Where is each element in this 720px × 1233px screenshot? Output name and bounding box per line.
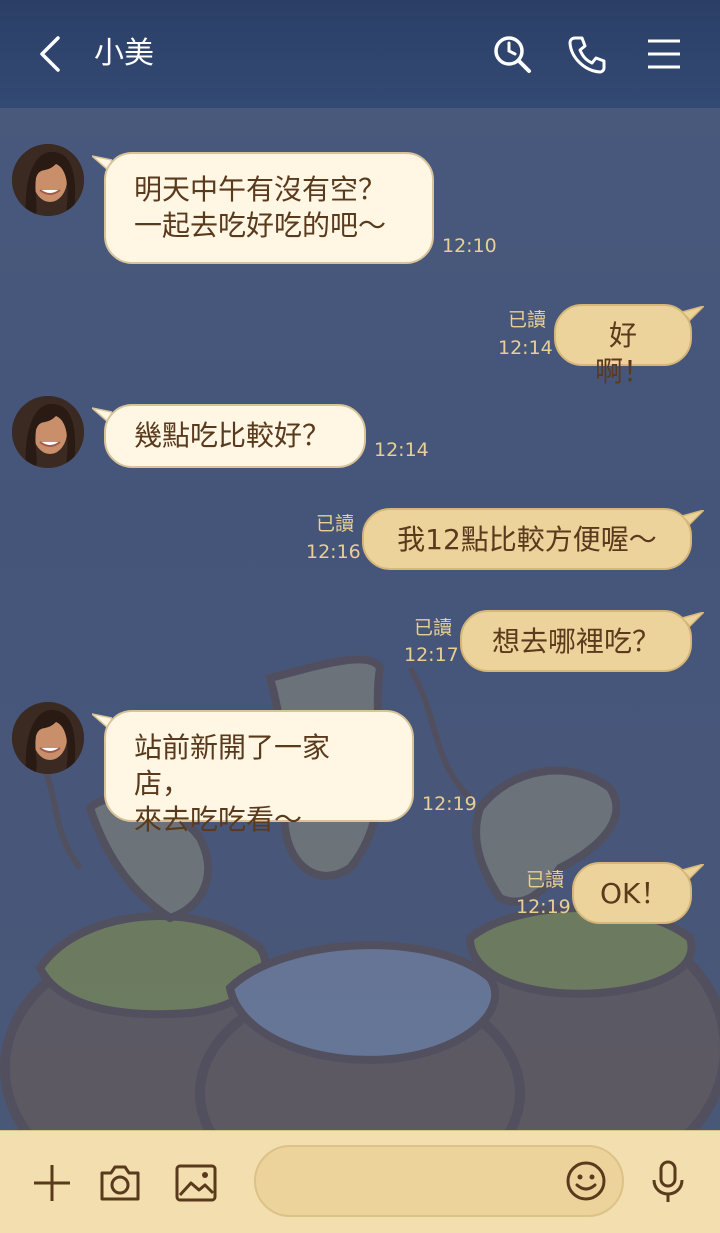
search-icon	[494, 36, 531, 73]
read-status: 已讀	[413, 617, 452, 639]
chat-header: 小美	[0, 0, 720, 108]
contact-avatar[interactable]	[12, 702, 84, 774]
message-time: 12:16	[306, 541, 361, 563]
chat-title: 小美	[94, 36, 154, 71]
message-text: 我12點比較方便喔～	[397, 523, 657, 556]
message-time: 12:17	[404, 644, 459, 666]
message-bubble-outgoing[interactable]: 好啊！	[554, 304, 692, 388]
contact-avatar[interactable]	[12, 396, 84, 468]
message-bubble-incoming[interactable]: 明天中午有沒有空？ 一起去吃好吃的吧～	[104, 152, 434, 264]
avatar-photo	[12, 396, 84, 468]
phone-icon	[568, 36, 606, 74]
message-text: 一起去吃好吃的吧～	[134, 209, 387, 242]
bubble-tail	[682, 612, 704, 628]
message-text: 幾點吃比較好？	[134, 419, 331, 452]
emoji-icon	[566, 1161, 606, 1201]
contact-avatar[interactable]	[12, 144, 84, 216]
back-arrow-icon	[40, 36, 60, 72]
message-text: 好啊！	[594, 319, 651, 388]
message-time: 12:10	[442, 235, 497, 257]
read-status: 已讀	[507, 309, 546, 331]
message-bubble-incoming[interactable]: 站前新開了一家店， 來去吃吃看～	[104, 710, 414, 836]
voice-button[interactable]	[644, 1157, 692, 1209]
avatar-photo	[12, 702, 84, 774]
message-bubble-outgoing[interactable]: OK！	[572, 862, 692, 924]
message-time: 12:14	[374, 439, 429, 461]
search-button[interactable]	[488, 30, 536, 78]
bubble-tail	[682, 510, 704, 526]
input-bar	[0, 1130, 720, 1233]
message-time: 12:14	[498, 337, 553, 359]
message-time: 12:19	[422, 793, 477, 815]
message-bubble-outgoing[interactable]: 想去哪裡吃？	[460, 610, 692, 672]
image-button[interactable]	[172, 1159, 220, 1211]
microphone-icon	[652, 1160, 684, 1202]
bubble-tail	[682, 306, 704, 322]
message-text: 來去吃吃看～	[134, 803, 303, 836]
add-button[interactable]	[28, 1159, 76, 1211]
call-button[interactable]	[563, 30, 611, 78]
message-text: 明天中午有沒有空？	[134, 173, 387, 206]
message-text: 站前新開了一家店，	[134, 731, 331, 800]
image-icon	[175, 1164, 217, 1202]
back-button[interactable]	[30, 32, 70, 76]
read-status: 已讀	[525, 869, 564, 891]
read-status: 已讀	[315, 513, 354, 535]
bubble-tail	[682, 864, 704, 880]
message-text: 想去哪裡吃？	[491, 625, 660, 658]
message-bubble-incoming[interactable]: 幾點吃比較好？	[104, 404, 366, 468]
plus-icon	[34, 1165, 70, 1201]
chat-area[interactable]: 明天中午有沒有空？ 一起去吃好吃的吧～ 12:10 已讀 12:14 好啊！ 幾…	[0, 108, 720, 1130]
message-time: 12:19	[516, 896, 571, 918]
message-text: OK！	[600, 877, 669, 910]
camera-button[interactable]	[96, 1159, 144, 1211]
emoji-button[interactable]	[562, 1157, 610, 1209]
menu-button[interactable]	[640, 30, 688, 78]
avatar-photo	[12, 144, 84, 216]
menu-icon	[648, 39, 680, 69]
camera-icon	[100, 1165, 140, 1201]
message-bubble-outgoing[interactable]: 我12點比較方便喔～	[362, 508, 692, 570]
